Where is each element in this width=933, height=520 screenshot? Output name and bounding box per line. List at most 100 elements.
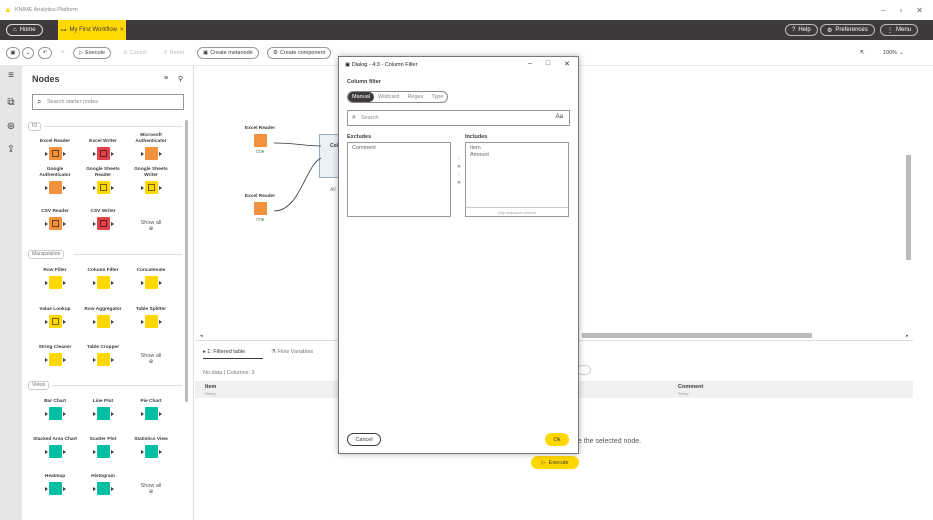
minimize-icon[interactable]: – bbox=[881, 6, 885, 15]
expand-icon: ⊕ bbox=[148, 359, 154, 365]
node-tile[interactable]: Value Lookup bbox=[32, 300, 78, 328]
node-tile[interactable]: CSV Writer bbox=[80, 202, 126, 230]
gear-icon: ⚙ bbox=[827, 27, 833, 34]
help-button[interactable]: ? Help bbox=[785, 24, 818, 36]
scatter-plot-icon bbox=[92, 445, 114, 458]
list-item[interactable]: Amount bbox=[470, 152, 564, 159]
cancel-button[interactable]: ⊘ Cancel bbox=[118, 47, 152, 59]
node-tile[interactable]: Excel Writer bbox=[80, 132, 126, 160]
node-tile[interactable]: Microsoft Authenticator bbox=[128, 132, 174, 160]
node-tile[interactable]: Google Sheets Writer bbox=[128, 166, 174, 194]
node-tile[interactable]: Stacked Area Chart bbox=[32, 430, 78, 458]
close-icon[interactable]: ✕ bbox=[564, 60, 570, 68]
tab-flow-variables[interactable]: ⚗ Flow Variables bbox=[271, 349, 313, 355]
node-tile[interactable]: Excel Reader bbox=[32, 132, 78, 160]
table-toggle-partial[interactable] bbox=[577, 365, 591, 375]
show-all-io[interactable]: Show all ⊕ bbox=[128, 220, 174, 232]
show-all-views[interactable]: Show all ⊕ bbox=[128, 483, 174, 495]
filter-icon[interactable]: ⚲ bbox=[178, 75, 183, 83]
save-button[interactable]: ▣ bbox=[6, 47, 20, 59]
node-label: Table Splitter bbox=[135, 306, 167, 312]
nodes-list-icon[interactable]: ≡ bbox=[5, 70, 17, 82]
canvas-horizontal-scrollbar[interactable] bbox=[582, 333, 812, 338]
node-repository-panel: Nodes ≡ ⚲ ⌕ Search starter nodes IO Exce… bbox=[22, 66, 194, 520]
maximize-icon[interactable]: □ bbox=[546, 60, 550, 68]
space-explorer-icon[interactable]: ⇪ bbox=[5, 144, 17, 156]
redo-button[interactable]: ↷ bbox=[55, 47, 69, 59]
tab-workflow-label: My First Workflow bbox=[69, 27, 118, 33]
node-tile[interactable]: Bar Chart bbox=[32, 392, 78, 420]
mode-regex[interactable]: Regex bbox=[403, 92, 427, 102]
zoom-dropdown[interactable]: 100% ⌄ bbox=[878, 47, 909, 59]
canvas-vertical-scrollbar[interactable] bbox=[906, 155, 911, 260]
node-tile[interactable]: Concatenate bbox=[128, 261, 174, 289]
workflow-metadata-icon[interactable]: ⧉ bbox=[5, 97, 17, 109]
cancel-button[interactable]: Cancel bbox=[347, 433, 381, 446]
node-tile[interactable]: Row Filter bbox=[32, 261, 78, 289]
close-tab-icon[interactable]: × bbox=[120, 27, 124, 33]
scroll-left-icon[interactable]: ◂ bbox=[200, 333, 203, 339]
tab-workflow[interactable]: ⊶ My First Workflow × bbox=[58, 20, 126, 40]
execute-node-label: Execute bbox=[548, 459, 569, 466]
case-sensitive-toggle[interactable]: Aa bbox=[556, 114, 563, 120]
node-tile[interactable]: Row Aggregator bbox=[80, 300, 126, 328]
column-search-input[interactable]: ⌕ Search Aa bbox=[347, 110, 570, 126]
reset-button[interactable]: ↺ Reset bbox=[158, 47, 189, 59]
node-tile[interactable]: Heatmap bbox=[32, 467, 78, 495]
node-tile[interactable]: Table Splitter bbox=[128, 300, 174, 328]
list-item[interactable]: Item bbox=[470, 145, 564, 152]
category-manipulation: Manipulation bbox=[28, 250, 65, 259]
scroll-right-icon[interactable]: ▸ bbox=[906, 333, 909, 339]
create-metanode-button[interactable]: ▣ Create metanode bbox=[197, 47, 259, 59]
node-tile[interactable]: Histogram bbox=[80, 467, 126, 495]
includes-list[interactable]: Item Amount Any unknown column bbox=[465, 142, 569, 217]
move-all-left-icon[interactable]: « bbox=[454, 179, 464, 187]
node-label: Pie Chart bbox=[140, 398, 162, 404]
cancel-icon: ⊘ bbox=[123, 50, 128, 56]
node-tile[interactable]: CSV Reader bbox=[32, 202, 78, 230]
node-tile[interactable]: Scatter Plot bbox=[80, 430, 126, 458]
list-item[interactable]: Comment bbox=[352, 145, 446, 152]
close-icon[interactable]: ✕ bbox=[916, 6, 923, 15]
any-unknown-column[interactable]: Any unknown column bbox=[466, 207, 568, 216]
mode-manual[interactable]: Manual bbox=[348, 92, 375, 102]
node-tile[interactable]: Line Plot bbox=[80, 392, 126, 420]
node-repository-icon[interactable]: ⊛ bbox=[5, 121, 17, 133]
node-tile[interactable]: Google Authenticator bbox=[32, 166, 78, 194]
minimize-icon[interactable]: – bbox=[528, 60, 532, 68]
node-tile[interactable]: Google Sheets Reader bbox=[80, 166, 126, 194]
move-right-icon[interactable]: › bbox=[454, 155, 464, 163]
move-left-icon[interactable]: ‹ bbox=[454, 171, 464, 179]
node-tile[interactable]: Table Cropper bbox=[80, 338, 126, 366]
excludes-list[interactable]: Comment bbox=[347, 142, 451, 217]
node-tile[interactable]: String Cleaner bbox=[32, 338, 78, 366]
undo-button[interactable]: ↶ bbox=[38, 47, 52, 59]
execute-button[interactable]: ▷ Execute bbox=[73, 47, 112, 59]
list-view-icon[interactable]: ≡ bbox=[164, 75, 168, 82]
column-header-comment[interactable]: Comment bbox=[678, 384, 703, 390]
node-tile[interactable]: Statistics View bbox=[128, 430, 174, 458]
node-panel-scrollbar[interactable] bbox=[185, 120, 188, 402]
ok-button[interactable]: Ok bbox=[545, 433, 569, 446]
node-tile[interactable]: Column Filter bbox=[80, 261, 126, 289]
mode-wildcard[interactable]: Wildcard bbox=[374, 92, 403, 102]
execute-node-button[interactable]: ▷ Execute bbox=[531, 456, 579, 469]
menu-button[interactable]: ⋮ Menu bbox=[880, 24, 919, 36]
node-search-input[interactable]: ⌕ Search starter nodes bbox=[32, 94, 184, 110]
tab-home[interactable]: ⌂ Home bbox=[6, 24, 43, 36]
maximize-icon[interactable]: ▫ bbox=[899, 6, 902, 15]
show-all-manipulation[interactable]: Show all ⊕ bbox=[128, 353, 174, 365]
tab-filtered-table[interactable]: ▸ 1: Filtered table bbox=[203, 349, 245, 355]
node-tile[interactable]: Pie Chart bbox=[128, 392, 174, 420]
node-label: Statistics View bbox=[134, 436, 168, 442]
column-header-item[interactable]: Item bbox=[205, 384, 216, 390]
execute-icon: ▷ bbox=[79, 50, 84, 56]
excel-writer-icon bbox=[92, 147, 114, 160]
pointer-mode-button[interactable]: ⇱ bbox=[855, 47, 870, 59]
create-component-button[interactable]: ⚙ Create component bbox=[267, 47, 332, 59]
mode-type[interactable]: Type bbox=[427, 92, 447, 102]
help-label: Help bbox=[798, 27, 811, 33]
save-menu-button[interactable]: ⌄ bbox=[22, 47, 34, 59]
move-all-right-icon[interactable]: » bbox=[454, 163, 464, 171]
preferences-button[interactable]: ⚙ Preferences bbox=[820, 24, 875, 36]
